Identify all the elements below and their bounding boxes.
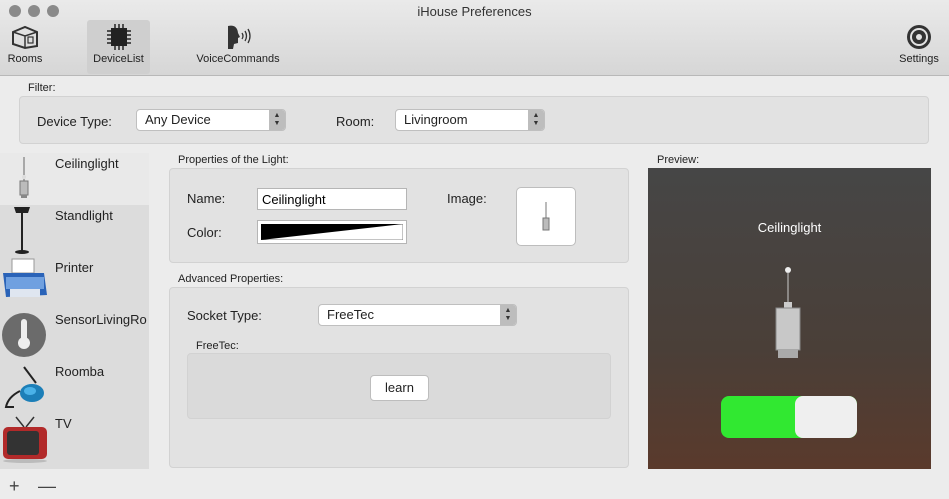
preview-device-name: Ceilinglight <box>757 220 822 235</box>
name-input[interactable] <box>257 188 407 210</box>
list-item[interactable]: Ceilinglight <box>0 153 149 205</box>
freetec-group-label: FreeTec: <box>196 340 239 352</box>
toolbar-rooms[interactable]: Rooms <box>2 20 48 74</box>
updown-arrows-icon: ▲ ▼ <box>269 110 285 130</box>
toolbar-voicecommands[interactable]: VoiceCommands <box>190 20 286 74</box>
toolbar-settings-label: Settings <box>899 53 939 65</box>
list-item-name: Ceilinglight <box>55 156 119 171</box>
list-item[interactable]: Roomba <box>0 361 149 413</box>
image-label: Image: <box>447 191 487 206</box>
advanced-title: Advanced Properties: <box>178 273 284 285</box>
properties-title: Properties of the Light: <box>178 154 289 166</box>
room-select[interactable]: Livingroom ▲ ▼ <box>395 109 545 131</box>
ceiling-lamp-icon <box>19 157 29 198</box>
switch-knob[interactable] <box>795 396 857 438</box>
list-item[interactable]: Printer <box>0 257 149 309</box>
thermometer-icon <box>2 313 46 357</box>
list-item[interactable]: SensorLivingRo <box>0 309 149 361</box>
updown-arrows-icon: ▲ ▼ <box>528 110 544 130</box>
toolbar-rooms-label: Rooms <box>7 53 43 65</box>
ceiling-lamp-icon <box>775 267 801 358</box>
ceiling-lamp-icon <box>542 202 550 231</box>
list-item-name: Roomba <box>55 364 105 379</box>
voice-icon <box>228 25 251 49</box>
list-item-name: SensorLivingRo <box>55 312 147 327</box>
title-bar: iHouse Preferences Rooms DeviceList Voic… <box>0 0 949 76</box>
filter-label: Filter: <box>28 82 56 94</box>
toolbar-settings[interactable]: Settings <box>894 20 944 74</box>
gear-icon <box>907 25 931 49</box>
socket-type-value: FreeTec <box>327 307 374 322</box>
device-type-value: Any Device <box>145 112 211 127</box>
tv-icon <box>3 416 47 463</box>
updown-arrows-icon: ▲ ▼ <box>500 305 516 325</box>
chip-icon <box>106 24 131 50</box>
vacuum-icon <box>4 366 44 408</box>
toolbar-devicelist[interactable]: DeviceList <box>87 20 150 74</box>
printer-icon <box>3 258 47 297</box>
power-switch[interactable] <box>721 396 857 438</box>
toolbar-devicelist-label: DeviceList <box>93 53 144 65</box>
color-swatch <box>260 223 404 241</box>
room-value: Livingroom <box>404 112 468 127</box>
socket-type-label: Socket Type: <box>187 308 262 323</box>
floor-lamp-icon <box>14 207 30 254</box>
add-device-button[interactable]: + <box>9 476 20 497</box>
list-item-name: Standlight <box>55 208 113 223</box>
rooms-icon <box>12 25 38 50</box>
socket-type-select[interactable]: FreeTec ▲ ▼ <box>318 304 517 326</box>
list-item-name: Printer <box>55 260 94 275</box>
preview-label: Preview: <box>657 154 700 166</box>
list-item-name: TV <box>55 416 72 431</box>
name-label: Name: <box>187 191 226 206</box>
image-well[interactable] <box>516 187 576 246</box>
color-well[interactable] <box>257 220 407 244</box>
room-label: Room: <box>336 114 375 129</box>
list-item[interactable]: TV <box>0 413 149 465</box>
learn-button[interactable]: learn <box>370 375 429 401</box>
preview-panel: Ceilinglight <box>648 168 931 469</box>
window-title: iHouse Preferences <box>417 4 532 19</box>
device-type-label: Device Type: <box>37 114 112 129</box>
list-item[interactable]: Standlight <box>0 205 149 257</box>
device-type-select[interactable]: Any Device ▲ ▼ <box>136 109 286 131</box>
device-list: Ceilinglight Standlight Printer SensorLi… <box>0 153 149 469</box>
remove-device-button[interactable]: — <box>38 476 56 497</box>
toolbar-voicecommands-label: VoiceCommands <box>196 53 280 65</box>
color-label: Color: <box>187 225 222 240</box>
